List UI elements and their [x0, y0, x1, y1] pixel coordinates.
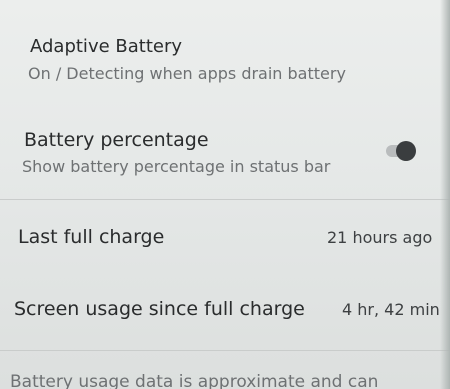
last-full-charge-title: Last full charge [18, 226, 165, 248]
section-divider [0, 199, 450, 200]
last-full-charge-value: 21 hours ago [327, 228, 433, 247]
screen-usage-title: Screen usage since full charge [14, 298, 305, 320]
battery-settings-screen: Adaptive Battery On / Detecting when app… [0, 0, 450, 389]
footer-divider [0, 350, 450, 351]
screen-usage-item: Screen usage since full charge 4 hr, 42 … [0, 294, 450, 334]
battery-percentage-title: Battery percentage [24, 129, 209, 151]
adaptive-battery-title: Adaptive Battery [30, 36, 183, 57]
battery-usage-note: Battery usage data is approximate and ca… [10, 372, 379, 389]
screen-edge-shadow [440, 0, 450, 389]
battery-percentage-subtitle: Show battery percentage in status bar [22, 157, 331, 176]
battery-percentage-toggle[interactable] [384, 141, 416, 161]
battery-percentage-item[interactable]: Battery percentage Show battery percenta… [0, 125, 450, 185]
last-full-charge-item: Last full charge 21 hours ago [0, 220, 450, 260]
screen-usage-value: 4 hr, 42 min [342, 300, 440, 319]
adaptive-battery-item[interactable]: Adaptive Battery On / Detecting when app… [0, 30, 450, 90]
toggle-thumb [396, 141, 416, 161]
adaptive-battery-subtitle: On / Detecting when apps drain battery [28, 64, 346, 83]
